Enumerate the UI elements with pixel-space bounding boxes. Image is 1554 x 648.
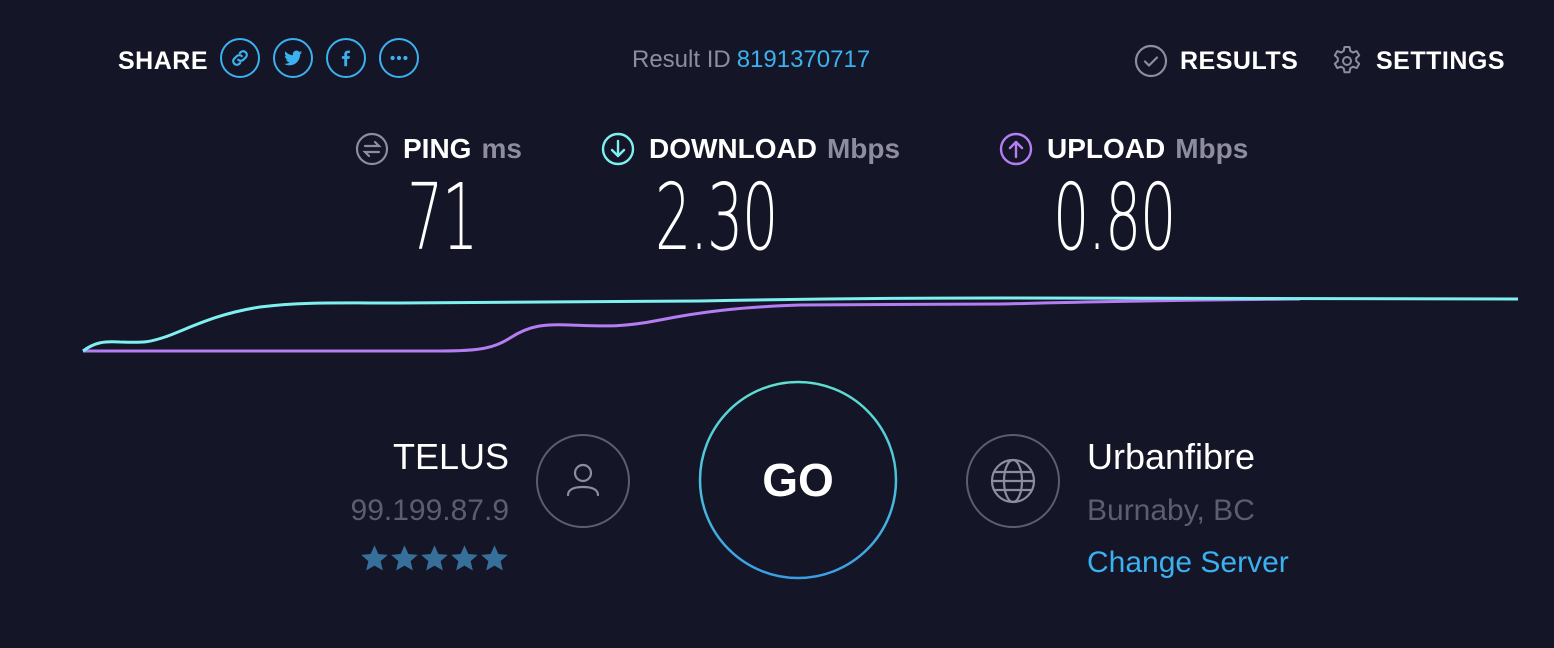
facebook-icon — [341, 50, 350, 67]
download-value: 2.30 — [655, 164, 778, 271]
settings-button[interactable]: SETTINGS — [1330, 44, 1505, 78]
ping-unit: ms — [481, 133, 522, 164]
download-metric: DOWNLOAD Mbps 2.30 — [601, 132, 900, 264]
go-label: GO — [762, 454, 834, 506]
upload-unit: Mbps — [1175, 133, 1249, 164]
isp-rating — [360, 543, 509, 573]
result-id: Result ID 8191370717 — [632, 46, 870, 74]
star-icon — [421, 545, 448, 571]
share-twitter-button[interactable] — [273, 38, 313, 78]
link-icon — [232, 50, 248, 66]
server-name: Urbanfibre — [1087, 436, 1256, 477]
result-id-link[interactable]: 8191370717 — [737, 46, 870, 73]
server-avatar — [966, 434, 1060, 528]
upload-metric: UPLOAD Mbps 0.80 — [999, 132, 1250, 264]
upload-arrow-icon — [999, 132, 1033, 166]
ping-value: 71 — [407, 164, 478, 271]
download-arrow-icon — [601, 132, 635, 166]
download-unit: Mbps — [826, 133, 901, 164]
isp-avatar — [536, 434, 630, 528]
ping-metric: PING ms 71 — [355, 132, 522, 264]
star-icon — [361, 545, 388, 571]
go-button[interactable]: GO — [698, 380, 898, 580]
download-label: DOWNLOAD — [649, 133, 817, 164]
more-icon — [390, 55, 408, 61]
results-button[interactable]: RESULTS — [1134, 44, 1298, 78]
ping-label: PING — [403, 133, 472, 164]
ping-icon — [355, 132, 389, 166]
settings-label: SETTINGS — [1376, 46, 1506, 75]
speed-graph — [82, 296, 1519, 353]
isp-name: TELUS — [392, 436, 509, 477]
result-id-label: Result ID — [632, 46, 731, 73]
share-buttons — [220, 38, 419, 78]
change-server-link[interactable]: Change Server — [1087, 546, 1289, 580]
star-icon — [391, 545, 418, 571]
share-label: SHARE — [118, 47, 209, 75]
isp-ip: 99.199.87.9 — [350, 494, 509, 527]
upload-label: UPLOAD — [1047, 133, 1166, 164]
results-label: RESULTS — [1180, 46, 1299, 75]
check-circle-icon — [1134, 44, 1168, 78]
twitter-icon — [283, 50, 303, 66]
user-icon — [566, 463, 600, 497]
server-location: Burnaby, BC — [1087, 494, 1255, 527]
star-icon — [451, 545, 478, 571]
share-facebook-button[interactable] — [326, 38, 366, 78]
share-more-button[interactable] — [379, 38, 419, 78]
gear-icon — [1333, 46, 1361, 74]
upload-value: 0.80 — [1053, 164, 1176, 271]
globe-icon — [990, 458, 1036, 504]
share-link-button[interactable] — [220, 38, 260, 78]
star-icon — [481, 545, 508, 571]
